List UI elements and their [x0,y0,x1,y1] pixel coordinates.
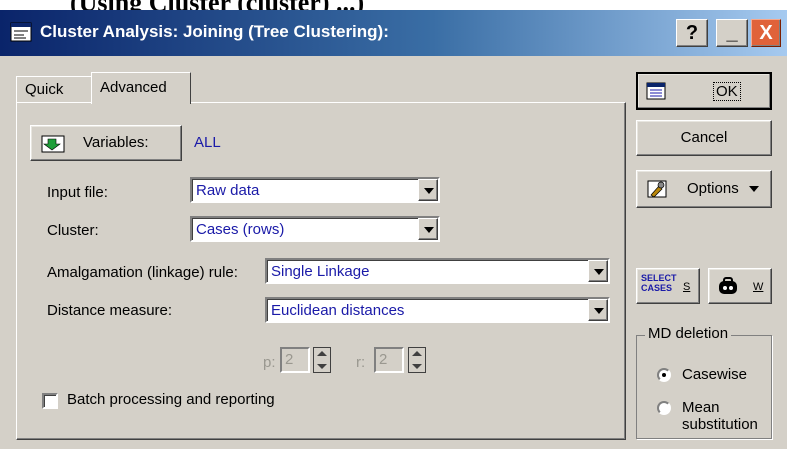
p-stepper[interactable] [313,347,331,373]
cluster-label: Cluster: [47,222,99,239]
variables-icon [41,135,65,153]
options-button[interactable]: Options [636,170,772,208]
r-input[interactable]: 2 [374,347,404,373]
select-cases-button[interactable]: SELECT CASES S [636,268,700,304]
window-title: Cluster Analysis: Joining (Tree Clusteri… [40,22,389,41]
input-file-value: Raw data [196,182,260,199]
mean-substitution-label: Mean substitution [682,399,758,433]
casewise-radio[interactable] [657,368,671,382]
weights-key: W [753,281,764,293]
minimize-button[interactable]: _ [716,19,748,47]
options-button-label: Options [687,180,739,197]
ok-button[interactable]: OK [636,72,772,110]
close-button[interactable]: X [751,19,781,47]
ok-button-label: OK [713,82,741,101]
tab-advanced[interactable]: Advanced [91,72,191,104]
chevron-down-icon[interactable] [588,299,608,321]
amalgamation-select[interactable]: Single Linkage [265,258,610,284]
options-icon [647,180,667,198]
tab-quick-label: Quick [25,81,64,98]
amalgamation-label: Amalgamation (linkage) rule: [47,264,238,281]
chevron-down-icon[interactable] [418,179,438,201]
casewise-label: Casewise [682,366,748,383]
distance-select[interactable]: Euclidean distances [265,297,610,323]
variables-value: ALL [194,134,221,151]
ok-icon [646,82,666,100]
md-deletion-title: MD deletion [645,325,732,342]
chevron-down-icon[interactable] [418,218,438,240]
cancel-button[interactable]: Cancel [636,120,772,156]
cancel-button-label: Cancel [680,129,728,146]
tab-advanced-label: Advanced [100,79,167,96]
weights-icon [719,277,737,294]
mean-substitution-radio[interactable] [657,401,671,415]
cluster-value: Cases (rows) [196,221,285,238]
p-input[interactable]: 2 [280,347,310,373]
batch-label: Batch processing and reporting [67,391,275,408]
tab-quick[interactable]: Quick [16,76,92,104]
r-label: r: [356,354,366,371]
select-cases-key: S [683,281,691,293]
title-bar: Cluster Analysis: Joining (Tree Clusteri… [0,10,787,56]
cluster-select[interactable]: Cases (rows) [190,216,440,242]
app-window-icon [10,22,32,42]
help-button[interactable]: ? [676,19,708,47]
distance-value: Euclidean distances [271,302,405,319]
select-cases-icon: SELECT CASES [641,273,677,293]
distance-label: Distance measure: [47,302,173,319]
p-label: p: [263,354,276,371]
r-stepper[interactable] [408,347,426,373]
variables-button-label: Variables: [83,134,149,151]
variables-button[interactable]: Variables: [30,125,182,161]
dialog-window: Cluster Analysis: Joining (Tree Clusteri… [0,10,787,449]
weights-button[interactable]: W [708,268,772,304]
batch-checkbox[interactable] [42,393,58,409]
dropdown-arrow-icon [749,186,759,192]
amalgamation-value: Single Linkage [271,263,370,280]
input-file-select[interactable]: Raw data [190,177,440,203]
input-file-label: Input file: [47,184,108,201]
chevron-down-icon[interactable] [588,260,608,282]
